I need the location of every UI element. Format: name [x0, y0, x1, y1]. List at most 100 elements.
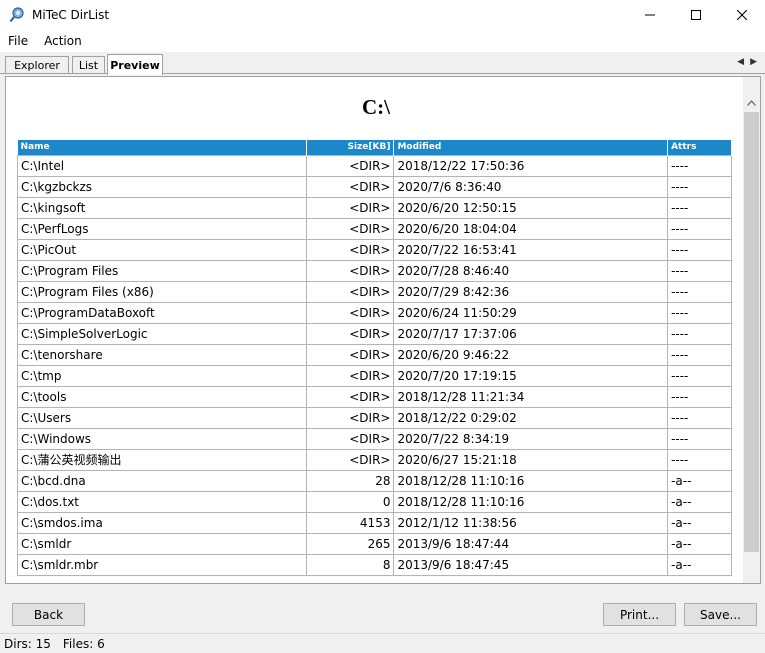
tab-scroll-left-icon[interactable]: ◀: [737, 56, 744, 67]
cell-size: <DIR>: [305, 343, 395, 366]
cell-size: 4153: [305, 511, 395, 534]
maximize-icon: [691, 10, 701, 20]
table-row[interactable]: C:\Windows <DIR> 2020/7/22 8:34:19 ----: [17, 427, 732, 450]
cell-name: C:\kingsoft: [17, 196, 307, 219]
cell-name: C:\tools: [17, 385, 307, 408]
cell-attrs: ----: [667, 217, 732, 240]
table-row[interactable]: C:\tenorshare <DIR> 2020/6/20 9:46:22 ----: [17, 343, 732, 366]
cell-modified: 2020/6/20 18:04:04: [393, 217, 669, 240]
cell-size: <DIR>: [305, 259, 395, 282]
cell-modified: 2020/7/6 8:36:40: [393, 175, 669, 198]
cell-name: C:\tenorshare: [17, 343, 307, 366]
cell-attrs: -a--: [667, 469, 732, 492]
cell-size: <DIR>: [305, 322, 395, 345]
cell-size: <DIR>: [305, 406, 395, 429]
cell-modified: 2018/12/28 11:10:16: [393, 469, 669, 492]
cell-modified: 2018/12/22 0:29:02: [393, 406, 669, 429]
table-row[interactable]: C:\Intel <DIR> 2018/12/22 17:50:36 ----: [17, 154, 732, 177]
cell-name: C:\smldr.mbr: [17, 553, 307, 576]
table-row[interactable]: C:\Users <DIR> 2018/12/22 0:29:02 ----: [17, 406, 732, 429]
cell-modified: 2018/12/22 17:50:36: [393, 154, 669, 177]
minimize-button[interactable]: [627, 0, 673, 30]
cell-size: <DIR>: [305, 196, 395, 219]
table-row[interactable]: C:\Program Files (x86) <DIR> 2020/7/29 8:4…: [17, 280, 732, 303]
maximize-button[interactable]: [673, 0, 719, 30]
scroll-up-icon[interactable]: [743, 94, 760, 111]
save-button[interactable]: Save...: [684, 603, 757, 626]
cell-name: C:\蒲公英视频输出: [17, 448, 307, 471]
cell-size: <DIR>: [305, 364, 395, 387]
app-logo-icon: [9, 7, 24, 23]
window-title: MiTeC DirList: [32, 8, 110, 22]
close-button[interactable]: [719, 0, 765, 30]
cell-modified: 2013/9/6 18:47:45: [393, 553, 669, 576]
preview-title: C:\: [362, 95, 390, 119]
table-row[interactable]: C:\PicOut <DIR> 2020/7/22 16:53:41 ----: [17, 238, 732, 261]
scrollbar-thumb[interactable]: [744, 112, 759, 552]
cell-name: C:\smdos.ima: [17, 511, 307, 534]
print-button[interactable]: Print...: [603, 603, 676, 626]
tab-scroll-right-icon[interactable]: ▶: [750, 56, 757, 67]
cell-attrs: -a--: [667, 553, 732, 576]
cell-attrs: -a--: [667, 532, 732, 555]
cell-size: 28: [305, 469, 395, 492]
directory-table: Name Size[KB] Modified Attrs C:\Intel <DI…: [17, 140, 732, 576]
table-row[interactable]: C:\tools <DIR> 2018/12/28 11:21:34 ----: [17, 385, 732, 408]
table-header-row: Name Size[KB] Modified Attrs: [17, 140, 732, 155]
cell-size: <DIR>: [305, 238, 395, 261]
table-row[interactable]: C:\tmp <DIR> 2020/7/20 17:19:15 ----: [17, 364, 732, 387]
cell-name: C:\SimpleSolverLogic: [17, 322, 307, 345]
menu-action[interactable]: Action: [36, 34, 90, 48]
cell-modified: 2020/6/24 11:50:29: [393, 301, 669, 324]
cell-name: C:\tmp: [17, 364, 307, 387]
cell-modified: 2020/7/29 8:42:36: [393, 280, 669, 303]
table-row[interactable]: C:\蒲公英视频输出 <DIR> 2020/6/27 15:21:18 ----: [17, 448, 732, 471]
table-row[interactable]: C:\kgzbckzs <DIR> 2020/7/6 8:36:40 ----: [17, 175, 732, 198]
cell-name: C:\Users: [17, 406, 307, 429]
column-header-modified: Modified: [393, 140, 669, 155]
cell-attrs: ----: [667, 343, 732, 366]
cell-size: <DIR>: [305, 154, 395, 177]
cell-attrs: ----: [667, 385, 732, 408]
tab-strip: Explorer List Preview: [0, 52, 765, 75]
cell-attrs: -a--: [667, 490, 732, 513]
tab-explorer[interactable]: Explorer: [5, 56, 69, 74]
cell-size: <DIR>: [305, 217, 395, 240]
minimize-icon: [645, 14, 655, 16]
column-header-size: Size[KB]: [306, 140, 395, 155]
cell-modified: 2020/6/20 12:50:15: [393, 196, 669, 219]
menu-file[interactable]: File: [0, 34, 36, 48]
cell-modified: 2013/9/6 18:47:44: [393, 532, 669, 555]
cell-size: <DIR>: [305, 175, 395, 198]
table-row[interactable]: C:\ProgramDataBoxoft <DIR> 2020/6/24 11:50…: [17, 301, 732, 324]
cell-attrs: ----: [667, 448, 732, 471]
cell-size: <DIR>: [305, 301, 395, 324]
table-row[interactable]: C:\Program Files <DIR> 2020/7/28 8:46:40 --…: [17, 259, 732, 282]
back-button[interactable]: Back: [12, 603, 85, 626]
cell-modified: 2018/12/28 11:10:16: [393, 490, 669, 513]
table-row[interactable]: C:\PerfLogs <DIR> 2020/6/20 18:04:04 ----: [17, 217, 732, 240]
cell-name: C:\ProgramDataBoxoft: [17, 301, 307, 324]
table-row[interactable]: C:\SimpleSolverLogic <DIR> 2020/7/17 17:37…: [17, 322, 732, 345]
cell-modified: 2012/1/12 11:38:56: [393, 511, 669, 534]
cell-size: 0: [305, 490, 395, 513]
table-row[interactable]: C:\smldr.mbr 8 2013/9/6 18:47:45 -a--: [17, 553, 732, 576]
menu-bar: File Action: [0, 30, 765, 52]
table-row[interactable]: C:\bcd.dna 28 2018/12/28 11:10:16 -a--: [17, 469, 732, 492]
cell-modified: 2020/7/17 17:37:06: [393, 322, 669, 345]
cell-name: C:\dos.txt: [17, 490, 307, 513]
cell-attrs: ----: [667, 301, 732, 324]
vertical-scrollbar[interactable]: [743, 77, 760, 583]
table-row[interactable]: C:\kingsoft <DIR> 2020/6/20 12:50:15 ----: [17, 196, 732, 219]
table-row[interactable]: C:\smdos.ima 4153 2012/1/12 11:38:56 -a--: [17, 511, 732, 534]
cell-attrs: ----: [667, 238, 732, 261]
cell-name: C:\bcd.dna: [17, 469, 307, 492]
button-bar: Back Print... Save...: [0, 585, 765, 632]
table-row[interactable]: C:\dos.txt 0 2018/12/28 11:10:16 -a--: [17, 490, 732, 513]
table-row[interactable]: C:\smldr 265 2013/9/6 18:47:44 -a--: [17, 532, 732, 555]
tab-preview[interactable]: Preview: [107, 54, 163, 75]
cell-attrs: ----: [667, 364, 732, 387]
tab-list[interactable]: List: [72, 56, 105, 74]
cell-modified: 2020/7/20 17:19:15: [393, 364, 669, 387]
column-header-attrs: Attrs: [667, 140, 732, 155]
